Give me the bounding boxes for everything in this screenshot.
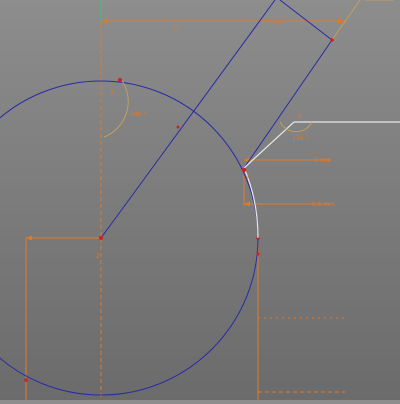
arc-end-point[interactable] [256, 252, 260, 256]
horizontal-constraint-symbol-right[interactable]: H [298, 113, 303, 120]
dimension-5mm-label[interactable]: 5 mm [314, 157, 332, 164]
slot-line-right[interactable] [243, 39, 333, 169]
slot-line-right-extension[interactable] [331, 0, 361, 41]
horizontal-constraint-symbol-top[interactable]: H [174, 25, 179, 32]
construction-arrow-left [26, 235, 32, 241]
construction-point-lower-left[interactable] [24, 378, 28, 382]
dimension-5-5mm-label[interactable]: 5.5 mm [312, 201, 335, 208]
angle-arc-left[interactable] [103, 77, 129, 138]
dimension-arrow-5-5mm [244, 201, 250, 207]
midpoint-marker[interactable] [176, 125, 180, 129]
constraint-label-1[interactable]: 1 [246, 173, 250, 180]
sketch-canvas[interactable]: 12 mm H 5 mm 5.5 mm H 146 ° 135 ° 1 2 2 [0, 0, 400, 400]
slot-cap-line[interactable] [279, 0, 333, 41]
angle-146-label[interactable]: 146 ° [130, 111, 146, 118]
constraint-label-2[interactable]: 2 [96, 253, 100, 260]
dimension-arrow-left [101, 18, 108, 24]
vertex-point-top-left[interactable] [118, 78, 122, 82]
vertex-point-arc-start[interactable] [241, 167, 247, 173]
dimension-12mm-label[interactable]: 12 mm [262, 19, 283, 26]
circle-center-point[interactable] [99, 236, 103, 240]
angle-135-label[interactable]: 135 ° [292, 135, 308, 142]
constraint-label-2m[interactable]: 2 [110, 89, 114, 96]
sketch-viewport[interactable]: 12 mm H 5 mm 5.5 mm H 146 ° 135 ° 1 2 2 [0, 0, 400, 400]
vertex-point-top-right[interactable] [330, 38, 334, 42]
